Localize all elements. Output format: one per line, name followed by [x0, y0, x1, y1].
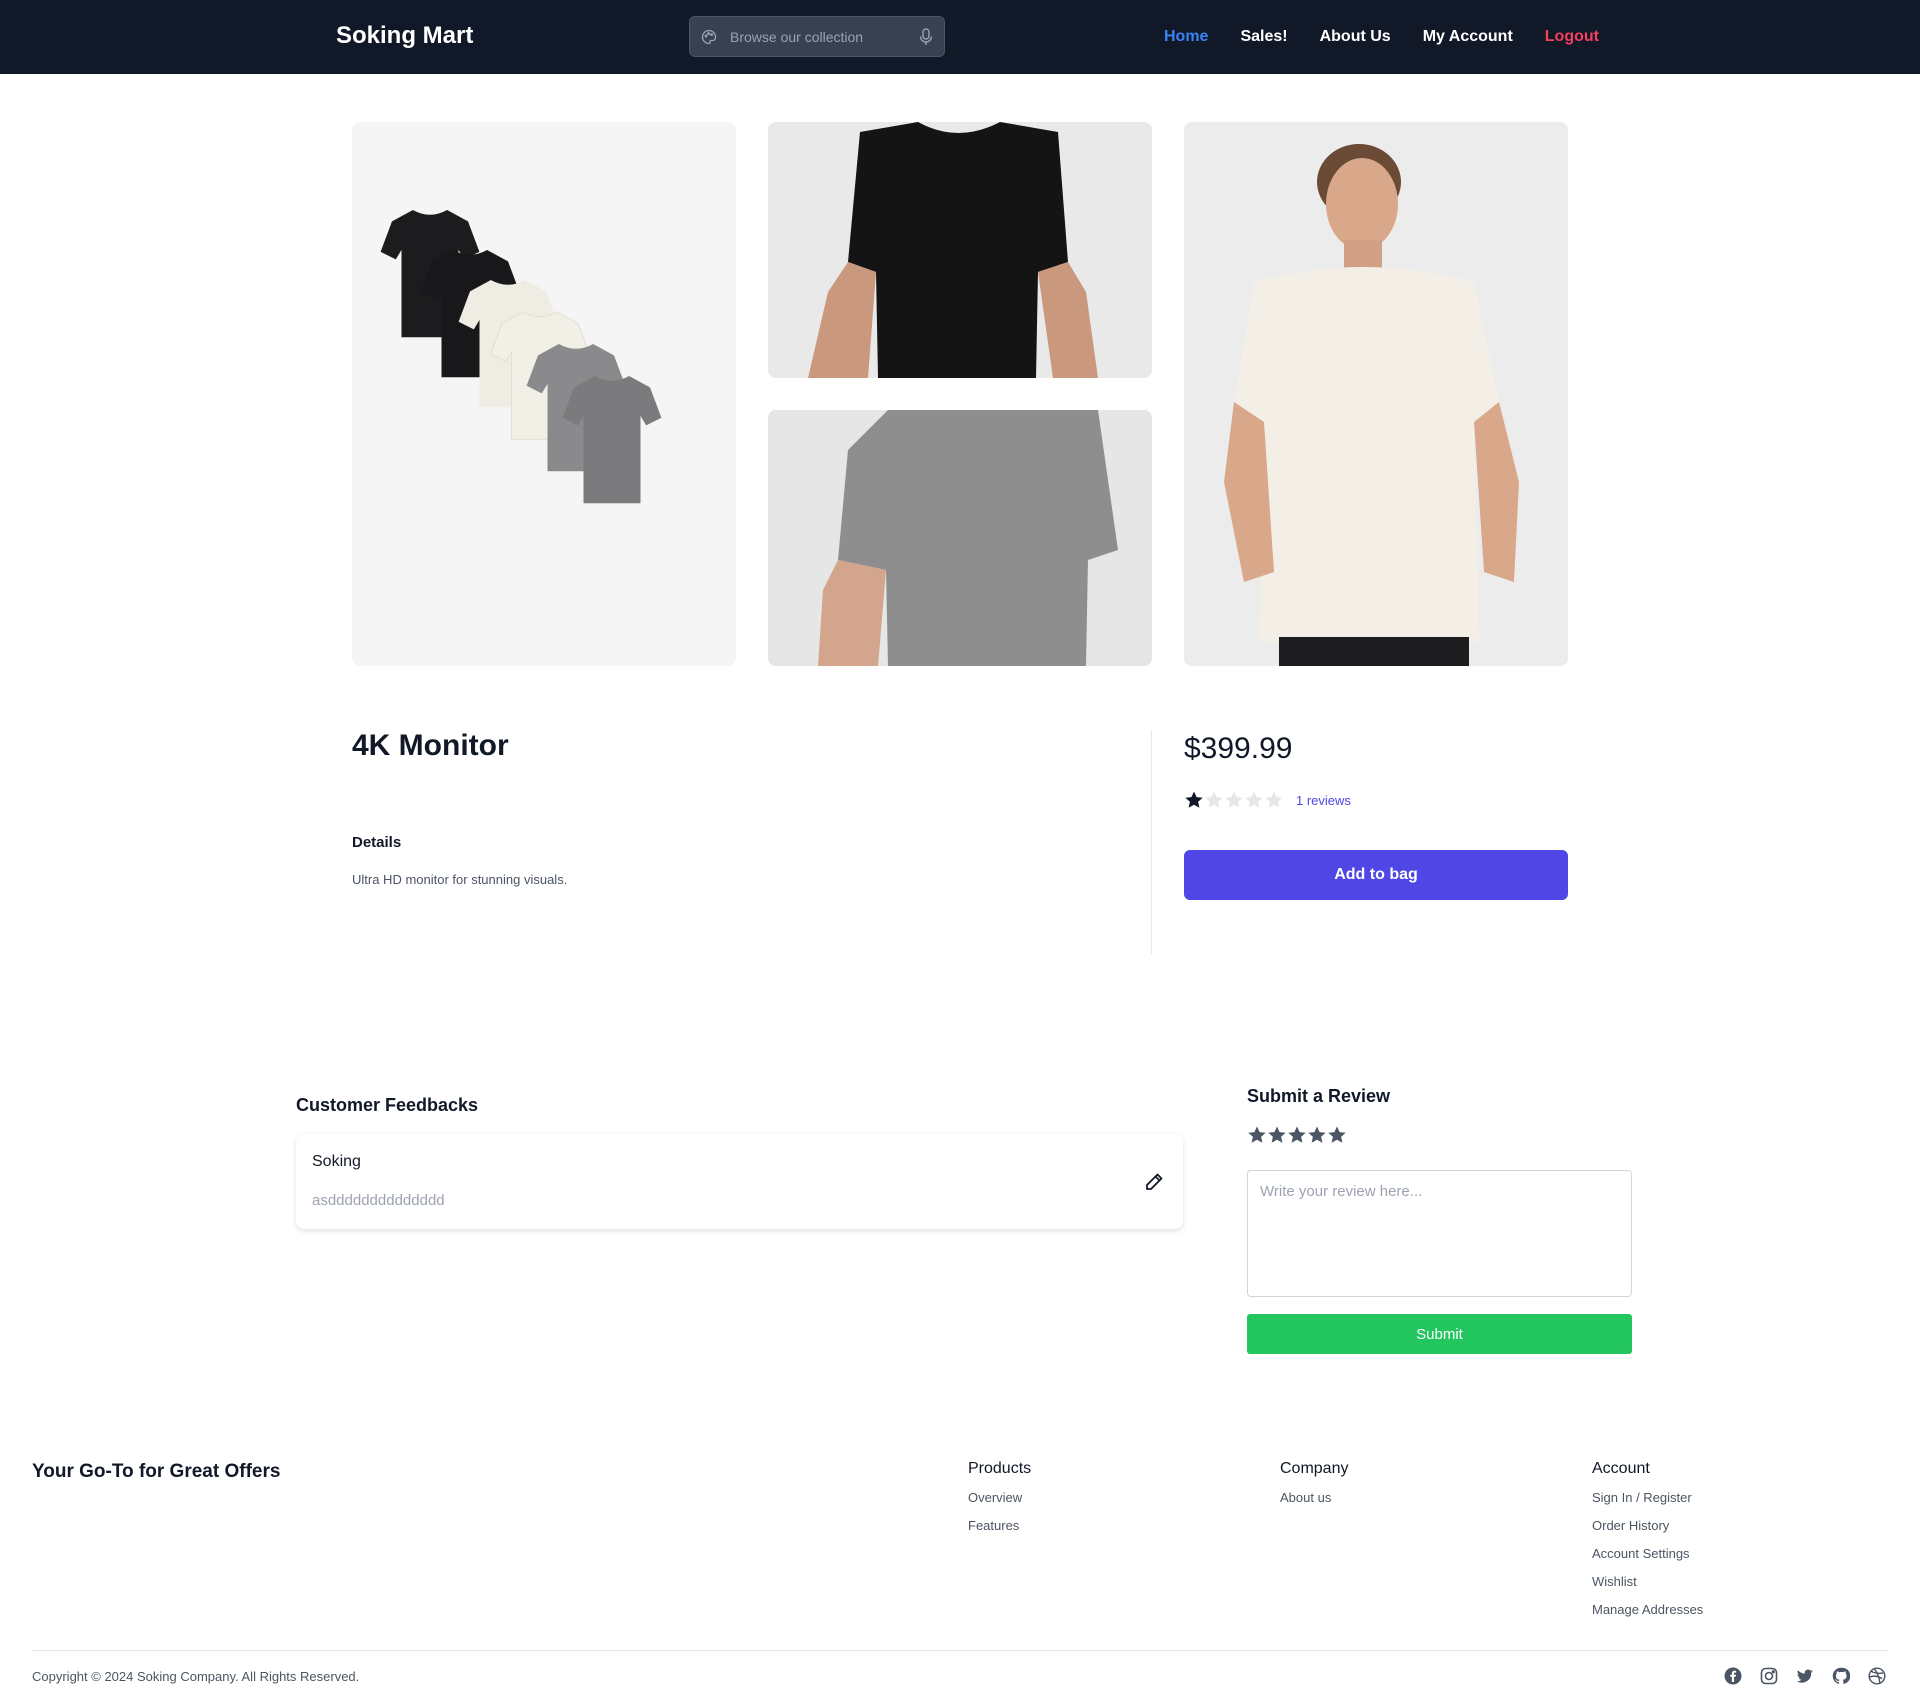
footer-link-wishlist[interactable]: Wishlist: [1592, 1574, 1703, 1602]
pencil-icon: [1146, 1173, 1163, 1190]
footer-account-column: Account Sign In / Register Order History…: [1592, 1460, 1703, 1630]
star-select-icon[interactable]: [1267, 1124, 1287, 1146]
nav-sales[interactable]: Sales!: [1240, 28, 1287, 48]
footer-link-manage-addresses[interactable]: Manage Addresses: [1592, 1602, 1703, 1630]
footer-company-column: Company About us: [1280, 1460, 1348, 1518]
palette-icon: [701, 29, 717, 45]
nav-about-us[interactable]: About Us: [1320, 28, 1391, 48]
nav-my-account[interactable]: My Account: [1423, 28, 1513, 48]
footer-link-features[interactable]: Features: [968, 1518, 1031, 1546]
star-empty-icon: [1225, 791, 1243, 808]
grey-tshirt-image: [768, 410, 1152, 666]
footer-divider: [32, 1650, 1888, 1651]
footer-link-sign-in[interactable]: Sign In / Register: [1592, 1490, 1703, 1518]
footer-link-overview[interactable]: Overview: [968, 1490, 1031, 1518]
github-icon: [1832, 1667, 1850, 1684]
dribbble-icon: [1868, 1667, 1886, 1685]
submit-review-heading: Submit a Review: [1247, 1086, 1391, 1106]
star-select-icon[interactable]: [1247, 1124, 1267, 1146]
footer-tagline: Your Go-To for Great Offers: [32, 1461, 281, 1482]
star-empty-icon: [1245, 791, 1263, 808]
review-star-selector: [1247, 1124, 1347, 1148]
product-price: $399.99: [1184, 732, 1293, 765]
brand-logo[interactable]: Soking Mart: [336, 22, 473, 50]
footer-link-account-settings[interactable]: Account Settings: [1592, 1546, 1703, 1574]
instagram-link[interactable]: [1760, 1667, 1780, 1687]
feedback-author: Soking: [312, 1153, 361, 1170]
black-tshirt-image: [768, 122, 1152, 378]
github-link[interactable]: [1832, 1667, 1852, 1687]
product-description: Ultra HD monitor for stunning visuals.: [352, 872, 568, 887]
search-bar[interactable]: [689, 16, 945, 57]
white-tshirt-model-image: [1184, 122, 1568, 666]
footer-column-title: Account: [1592, 1460, 1650, 1477]
footer-column-title: Company: [1280, 1460, 1349, 1477]
feedback-heading: Customer Feedbacks: [296, 1095, 479, 1115]
feedback-card: Soking asdddddddddddddd: [296, 1134, 1183, 1229]
vertical-divider: [1151, 730, 1152, 954]
star-empty-icon: [1265, 791, 1283, 808]
nav-home[interactable]: Home: [1164, 28, 1208, 48]
star-empty-icon: [1205, 791, 1223, 808]
product-rating: 1 reviews: [1184, 790, 1351, 810]
footer-column-title: Products: [968, 1460, 1032, 1477]
footer-link-order-history[interactable]: Order History: [1592, 1518, 1703, 1546]
review-textarea[interactable]: [1247, 1170, 1632, 1297]
facebook-link[interactable]: [1724, 1667, 1744, 1687]
nav-logout[interactable]: Logout: [1545, 28, 1599, 48]
product-title: 4K Monitor: [352, 729, 509, 762]
navbar: Soking Mart Home Sales! About Us My Acco…: [0, 0, 1920, 74]
social-links: [1724, 1667, 1888, 1687]
twitter-link[interactable]: [1796, 1667, 1816, 1687]
submit-review-button[interactable]: Submit: [1247, 1314, 1632, 1354]
twitter-icon: [1796, 1669, 1813, 1683]
star-select-icon[interactable]: [1287, 1124, 1307, 1146]
facebook-icon: [1724, 1667, 1742, 1685]
add-to-bag-button[interactable]: Add to bag: [1184, 850, 1568, 900]
dribbble-link[interactable]: [1868, 1667, 1888, 1687]
copyright-text: Copyright © 2024 Soking Company. All Rig…: [32, 1669, 360, 1684]
footer-link-about-us[interactable]: About us: [1280, 1490, 1348, 1518]
instagram-icon: [1760, 1667, 1778, 1685]
star-select-icon[interactable]: [1327, 1124, 1347, 1146]
main-nav: Home Sales! About Us My Account Logout: [1164, 28, 1599, 48]
star-filled-icon: [1185, 791, 1203, 808]
star-select-icon[interactable]: [1307, 1124, 1327, 1146]
tshirt-stack-image: [352, 122, 736, 666]
microphone-icon[interactable]: [918, 28, 934, 46]
feedback-text: asdddddddddddddd: [312, 1192, 445, 1209]
edit-review-button[interactable]: [1144, 1172, 1164, 1192]
footer-products-column: Products Overview Features: [968, 1460, 1031, 1546]
reviews-link[interactable]: 1 reviews: [1296, 793, 1351, 808]
search-input[interactable]: [730, 17, 910, 56]
details-heading: Details: [352, 834, 402, 851]
